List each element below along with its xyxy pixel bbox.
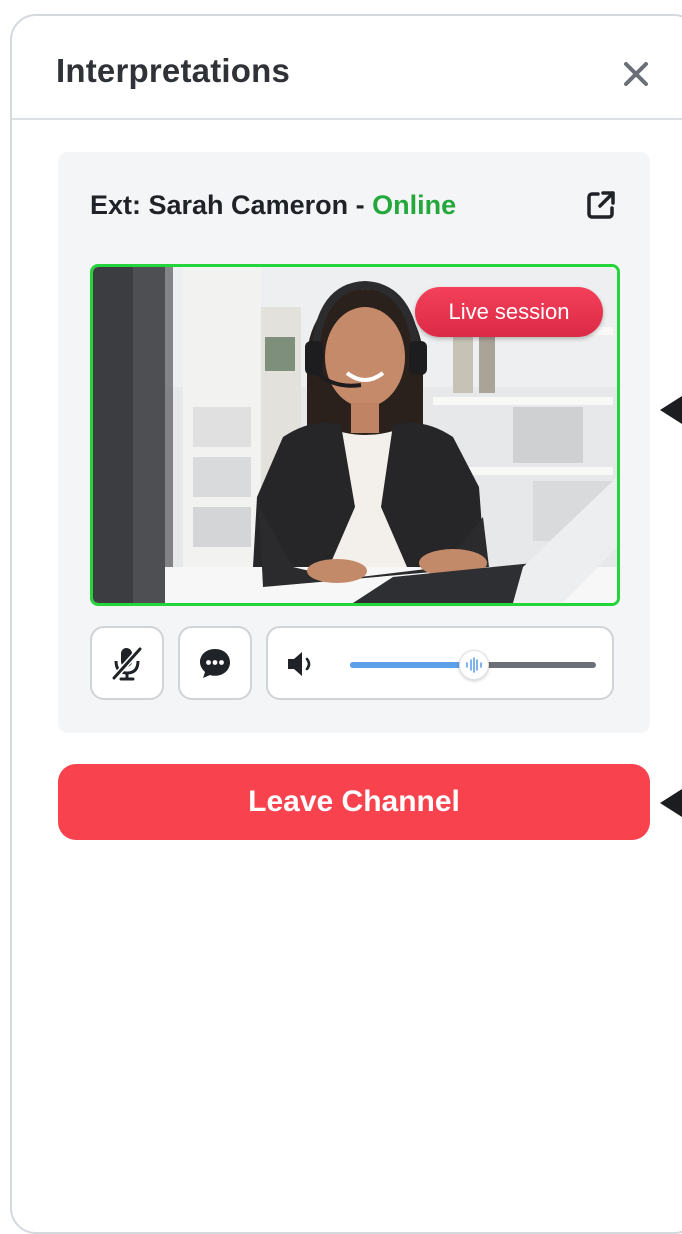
session-card: Ext: Sarah Cameron - Online Live session: [58, 152, 650, 733]
volume-slider-thumb[interactable]: [459, 650, 489, 680]
chat-bubble-icon: [200, 649, 230, 678]
video-feed[interactable]: Live session: [90, 264, 620, 606]
annotation-pointer-video: [660, 396, 682, 424]
microphone-muted-icon: [111, 646, 143, 681]
audio-wave-icon: [466, 657, 482, 673]
close-button[interactable]: [616, 54, 656, 94]
volume-slider[interactable]: [350, 650, 596, 680]
volume-fill: [350, 662, 473, 668]
caller-label: Ext: Sarah Cameron -: [90, 190, 373, 220]
chat-button[interactable]: [178, 626, 252, 700]
annotation-pointer-leave: [660, 789, 682, 817]
live-session-badge: Live session: [415, 287, 603, 337]
mute-microphone-button[interactable]: [90, 626, 164, 700]
leave-channel-button[interactable]: Leave Channel: [58, 764, 650, 840]
interpretations-panel: Interpretations Ext: Sarah Cameron - Onl…: [10, 14, 682, 1234]
close-icon: [624, 62, 648, 86]
speaker-icon[interactable]: [286, 650, 318, 678]
popout-button[interactable]: [584, 188, 618, 222]
caller-status: Online: [372, 190, 457, 220]
panel-header: Interpretations: [12, 16, 682, 120]
external-link-icon: [587, 191, 615, 219]
volume-control: [266, 626, 614, 700]
panel-title: Interpretations: [56, 52, 291, 89]
caller-name: Ext: Sarah Cameron - Online: [90, 190, 456, 221]
